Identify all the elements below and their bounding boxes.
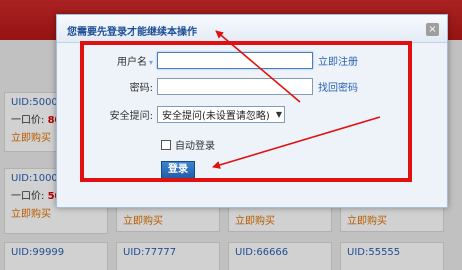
annotation-arrow-to-login — [212, 116, 381, 169]
annotation-arrow-to-title — [215, 30, 301, 103]
annotation-arrows — [212, 30, 381, 169]
